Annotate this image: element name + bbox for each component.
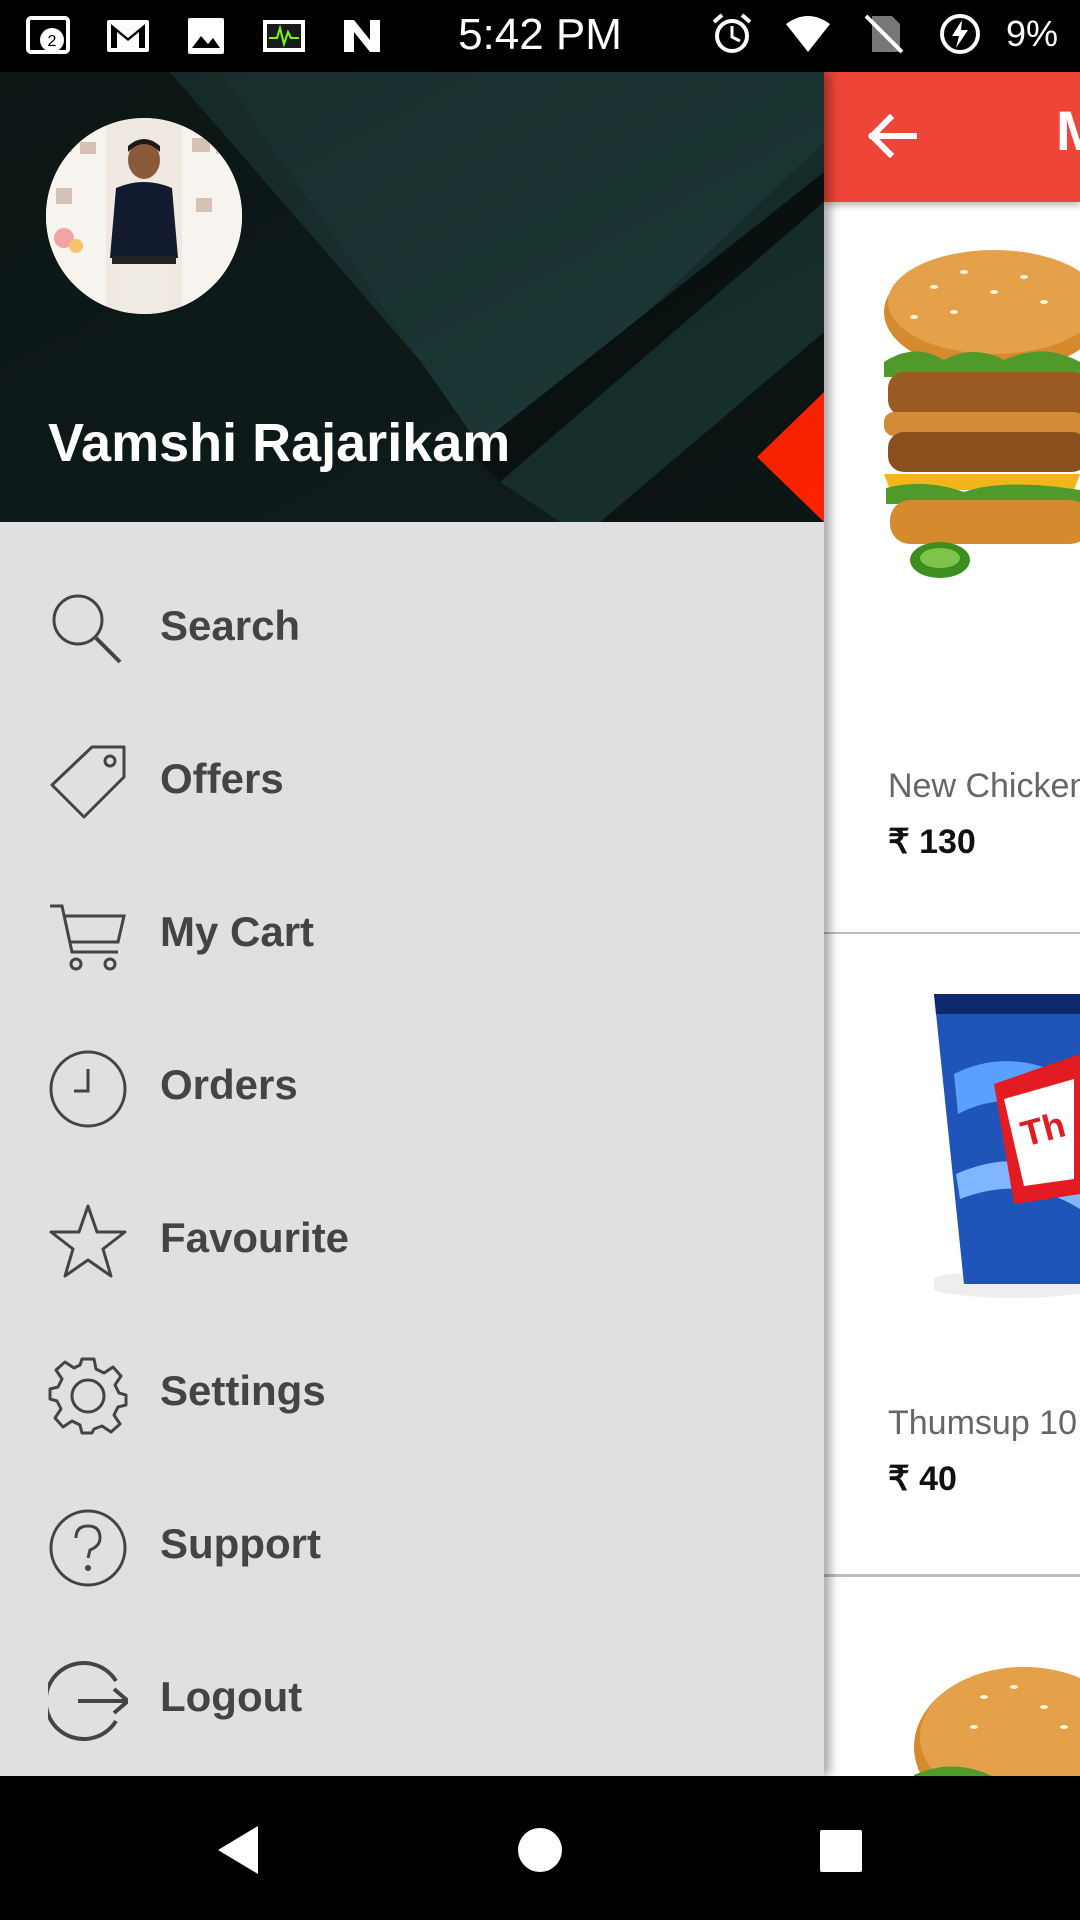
menu-item-settings[interactable]: Settings <box>0 1317 824 1467</box>
star-icon <box>48 1202 128 1282</box>
menu-item-label: Orders <box>160 1061 298 1108</box>
home-button[interactable] <box>510 1820 570 1880</box>
battery-percent: 9% <box>1005 13 1058 54</box>
product-price: ₹ 40 <box>888 1460 957 1498</box>
search-icon <box>48 590 128 670</box>
gear-icon <box>48 1355 128 1435</box>
burger-image <box>884 250 1080 578</box>
app-bar: M <box>824 72 1080 202</box>
menu-item-label: Search <box>160 602 301 649</box>
avatar[interactable] <box>46 118 242 314</box>
menu-item-label: Offers <box>160 755 284 802</box>
product-card[interactable] <box>824 1577 1080 1776</box>
help-icon <box>48 1508 128 1588</box>
menu-item-label: My Cart <box>160 908 315 955</box>
clock-icon <box>48 1049 128 1129</box>
menu-item-my-cart[interactable]: My Cart <box>0 858 824 1008</box>
logout-icon <box>43 1661 132 1741</box>
menu-item-support[interactable]: Support <box>0 1470 824 1620</box>
menu-item-label: Logout <box>160 1673 303 1720</box>
alarm-icon <box>708 12 756 56</box>
menu-item-offers[interactable]: Offers <box>0 705 824 855</box>
product-name: Thumsup 10 <box>888 1404 1077 1442</box>
drawer-header: Vamshi Rajarikam <box>0 72 824 522</box>
back-button[interactable] <box>210 1820 270 1880</box>
recents-button[interactable] <box>810 1820 870 1880</box>
menu-item-label: Settings <box>160 1367 326 1414</box>
product-list-screen: New Chicken ₹ 130 Th Thumsup 10 ₹ 40 M <box>824 72 1080 1776</box>
back-arrow-icon[interactable] <box>864 108 920 169</box>
product-card[interactable]: Th Thumsup 10 ₹ 40 <box>824 934 1080 1577</box>
app-bar-title: M <box>1056 99 1080 162</box>
menu-item-orders[interactable]: Orders <box>0 1011 824 1161</box>
menu-item-label: Favourite <box>160 1214 350 1261</box>
cup-image: Th <box>934 994 1080 1298</box>
status-bar: 2 5:42 PM 9% <box>0 0 1080 72</box>
menu-item-logout[interactable]: Logout <box>0 1623 824 1773</box>
system-nav-bar <box>0 1776 1080 1920</box>
product-card[interactable]: New Chicken ₹ 130 <box>824 202 1080 935</box>
tag-icon <box>48 743 128 823</box>
burger-image <box>914 1667 1080 1776</box>
navigation-drawer: Vamshi Rajarikam Search Offers My Cart O… <box>0 72 824 1776</box>
menu-item-label: Support <box>160 1520 321 1567</box>
menu-item-search[interactable]: Search <box>0 552 824 702</box>
user-name: Vamshi Rajarikam <box>48 413 511 473</box>
product-price: ₹ 130 <box>888 823 976 861</box>
product-name: New Chicken <box>888 767 1080 805</box>
battery-charging-icon <box>936 12 984 56</box>
no-sim-icon <box>860 12 908 56</box>
menu-item-favourite[interactable]: Favourite <box>0 1164 824 1314</box>
wifi-icon <box>784 12 832 56</box>
cart-icon <box>48 896 128 976</box>
